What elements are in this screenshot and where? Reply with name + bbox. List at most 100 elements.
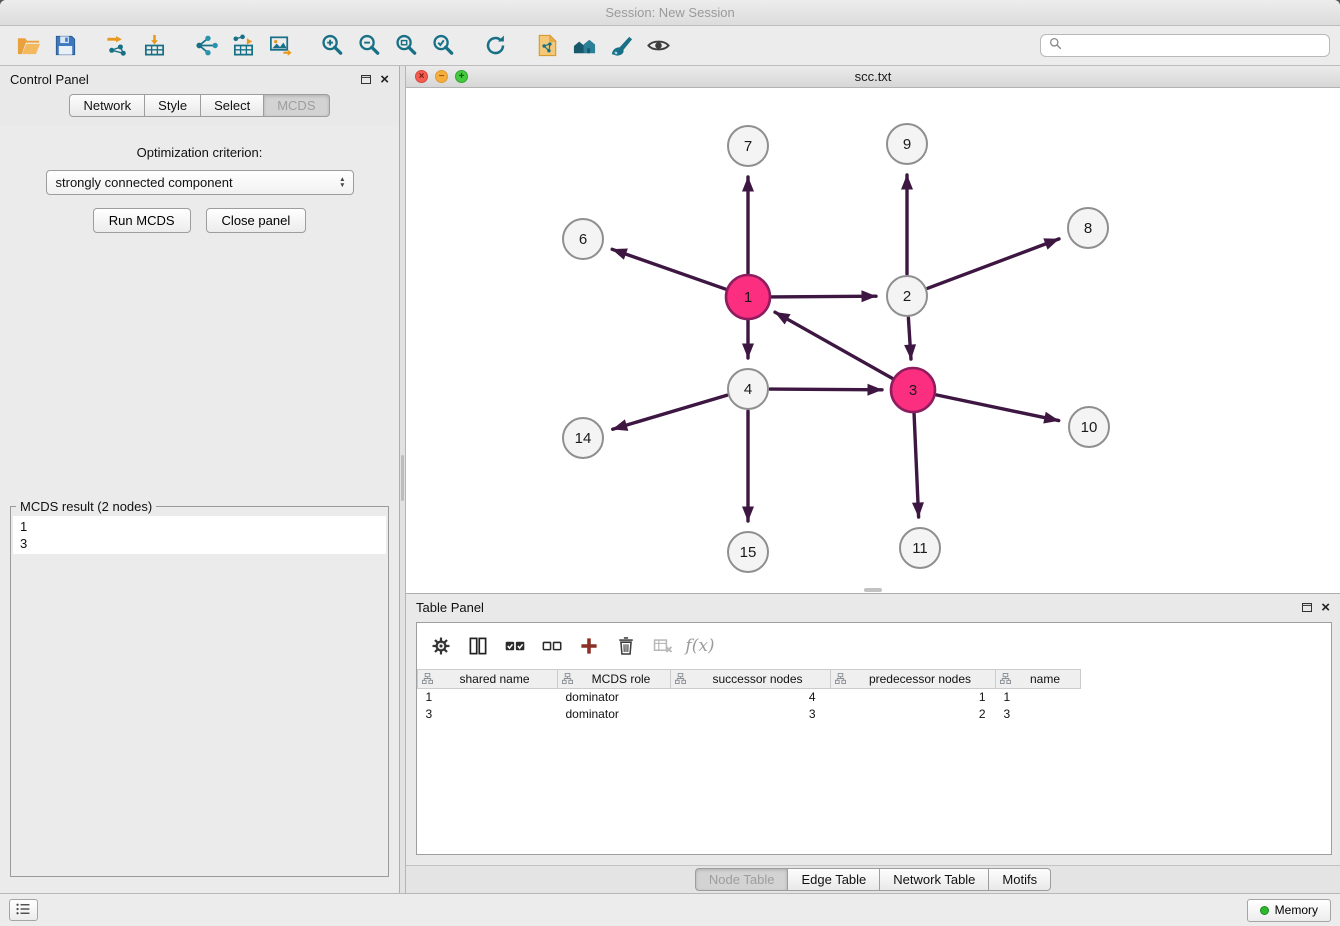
tab-style[interactable]: Style	[145, 94, 201, 117]
graph-edge-1-6[interactable]	[612, 249, 727, 289]
network-window-titlebar[interactable]: × − + scc.txt	[406, 66, 1340, 88]
ui-panels-list-button[interactable]	[9, 899, 38, 921]
main-area: Control Panel × NetworkStyleSelectMCDS O…	[0, 66, 1340, 893]
svg-text:7: 7	[744, 138, 752, 155]
table-cell[interactable]: 2	[831, 706, 996, 723]
graph-node-1[interactable]: 1	[726, 275, 770, 319]
tab-node-table[interactable]: Node Table	[695, 868, 789, 891]
maximize-window-icon[interactable]: +	[455, 70, 468, 83]
network-share-icon[interactable]	[191, 30, 222, 61]
tab-edge-table[interactable]: Edge Table	[788, 868, 880, 891]
close-window-icon[interactable]: ×	[415, 70, 428, 83]
graph-node-15[interactable]: 15	[728, 532, 768, 572]
tab-motifs[interactable]: Motifs	[989, 868, 1051, 891]
graph-node-9[interactable]: 9	[887, 124, 927, 164]
tab-network-table[interactable]: Network Table	[880, 868, 989, 891]
table-row[interactable]: 1dominator411	[418, 689, 1332, 706]
graph-edge-4-3[interactable]	[770, 389, 882, 390]
table-cell[interactable]: 3	[418, 706, 558, 723]
close-panel-button[interactable]: Close panel	[206, 208, 307, 233]
close-table-panel-icon[interactable]: ×	[1321, 600, 1330, 615]
toolbar-separator	[514, 45, 529, 46]
table-cell[interactable]: 1	[831, 689, 996, 706]
graph-edge-3-10[interactable]	[935, 395, 1059, 421]
select-all-rows-icon[interactable]	[501, 632, 529, 660]
table-panel-header: Table Panel ×	[406, 594, 1340, 620]
column-header-successor-nodes[interactable]: successor nodes	[671, 670, 831, 689]
float-panel-icon[interactable]	[361, 75, 371, 84]
graph-edge-3-11[interactable]	[914, 412, 919, 517]
column-header-MCDS-role[interactable]: MCDS role	[558, 670, 671, 689]
zoom-out-icon[interactable]	[354, 30, 385, 61]
graph-node-11[interactable]: 11	[900, 528, 940, 568]
minimize-window-icon[interactable]: −	[435, 70, 448, 83]
tab-mcds[interactable]: MCDS	[264, 94, 329, 117]
graph-node-7[interactable]: 7	[728, 126, 768, 166]
eye-icon[interactable]	[643, 30, 674, 61]
open-folder-icon[interactable]	[13, 30, 44, 61]
splitter-handle[interactable]	[401, 455, 404, 501]
style-brush-icon[interactable]	[606, 30, 637, 61]
svg-text:15: 15	[740, 544, 757, 561]
graph-node-14[interactable]: 14	[563, 418, 603, 458]
zoom-selected-icon[interactable]	[428, 30, 459, 61]
main-toolbar	[0, 26, 1340, 66]
tab-network[interactable]: Network	[69, 94, 145, 117]
deselect-all-rows-icon[interactable]	[538, 632, 566, 660]
graph-edge-4-14[interactable]	[613, 395, 727, 429]
zoom-fit-icon[interactable]	[391, 30, 422, 61]
table-cell[interactable]: 1	[996, 689, 1081, 706]
window-titlebar[interactable]: Session: New Session	[0, 0, 1340, 26]
graph-node-6[interactable]: 6	[563, 219, 603, 259]
table-cell[interactable]: dominator	[558, 706, 671, 723]
network-canvas-svg[interactable]: 7 9 6 8 1 2 4 3 10 14 15 11	[406, 88, 1340, 593]
refresh-icon[interactable]	[480, 30, 511, 61]
ndex-home-icon[interactable]	[569, 30, 600, 61]
memory-button[interactable]: Memory	[1247, 899, 1331, 922]
graph-node-8[interactable]: 8	[1068, 208, 1108, 248]
table-cell[interactable]: 1	[418, 689, 558, 706]
import-table-icon[interactable]	[139, 30, 170, 61]
search-box[interactable]	[1040, 34, 1330, 57]
graph-node-10[interactable]: 10	[1069, 407, 1109, 447]
run-mcds-button[interactable]: Run MCDS	[93, 208, 191, 233]
show-columns-icon[interactable]	[464, 632, 492, 660]
tab-select[interactable]: Select	[201, 94, 264, 117]
close-control-panel-icon[interactable]: ×	[380, 72, 389, 87]
add-column-icon[interactable]	[575, 632, 603, 660]
table-settings-gear-icon[interactable]	[427, 632, 455, 660]
network-canvas[interactable]: 7 9 6 8 1 2 4 3 10 14 15 11	[406, 88, 1340, 593]
table-tabs: Node TableEdge TableNetwork TableMotifs	[406, 865, 1340, 893]
graph-edge-2-3[interactable]	[908, 318, 911, 359]
mcds-result-list[interactable]: 13	[13, 516, 386, 554]
graph-node-2[interactable]: 2	[887, 276, 927, 316]
graph-edge-2-8[interactable]	[928, 239, 1059, 288]
import-network-icon[interactable]	[102, 30, 133, 61]
column-header-predecessor-nodes[interactable]: predecessor nodes	[831, 670, 996, 689]
graph-edge-3-1[interactable]	[775, 312, 894, 379]
export-image-icon[interactable]	[265, 30, 296, 61]
table-row[interactable]: 3dominator323	[418, 706, 1332, 723]
mcds-result-title: MCDS result (2 nodes)	[16, 499, 156, 514]
delete-column-icon[interactable]	[612, 632, 640, 660]
column-header-shared-name[interactable]: shared name	[418, 670, 558, 689]
graph-edge-1-2[interactable]	[770, 296, 876, 297]
graph-node-4[interactable]: 4	[728, 369, 768, 409]
table-header-row: shared nameMCDS rolesuccessor nodesprede…	[418, 670, 1332, 689]
table-cell[interactable]: 3	[671, 706, 831, 723]
save-icon[interactable]	[50, 30, 81, 61]
table-cell[interactable]: 3	[996, 706, 1081, 723]
search-input[interactable]	[1067, 37, 1321, 54]
criterion-select[interactable]: strongly connected component ▲▼	[46, 170, 354, 195]
column-header-name[interactable]: name	[996, 670, 1081, 689]
mcds-panel: Optimization criterion: strongly connect…	[0, 125, 399, 893]
network-table-icon[interactable]	[228, 30, 259, 61]
search-icon	[1049, 37, 1062, 55]
table-cell[interactable]: dominator	[558, 689, 671, 706]
float-table-panel-icon[interactable]	[1302, 603, 1312, 612]
table-cell[interactable]: 4	[671, 689, 831, 706]
graph-node-3[interactable]: 3	[891, 368, 935, 412]
zoom-in-icon[interactable]	[317, 30, 348, 61]
copy-style-icon[interactable]	[532, 30, 563, 61]
canvas-hscrollbar[interactable]	[864, 588, 882, 592]
